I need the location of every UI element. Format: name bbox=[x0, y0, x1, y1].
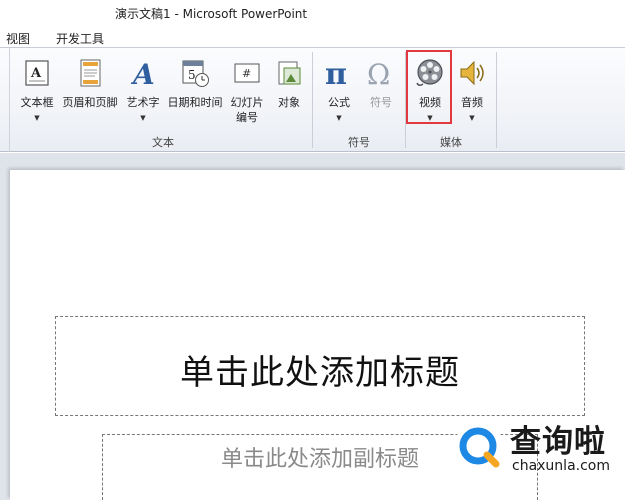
svg-text:Ω: Ω bbox=[367, 58, 390, 88]
pi-icon: π bbox=[325, 58, 347, 88]
svg-text:A: A bbox=[130, 58, 155, 88]
equation-button[interactable]: π 公式 ▼ bbox=[320, 54, 358, 126]
textbox-label: 文本框 bbox=[20, 96, 54, 109]
window-title: 演示文稿1 - Microsoft PowerPoint bbox=[115, 7, 308, 21]
header-footer-icon bbox=[80, 59, 101, 87]
group-label-symbols: 符号 bbox=[348, 136, 370, 149]
tab-developer[interactable]: 开发工具 bbox=[56, 30, 104, 47]
svg-text:5: 5 bbox=[188, 68, 196, 82]
wordart-label: 艺术字 bbox=[126, 96, 160, 109]
omega-icon: Ω bbox=[367, 58, 390, 88]
calendar-clock-icon: 5 bbox=[182, 60, 209, 87]
svg-text:A: A bbox=[30, 66, 42, 81]
video-highlight-box bbox=[406, 50, 452, 124]
dropdown-arrow-icon: ▼ bbox=[336, 114, 342, 122]
slide-number-button[interactable]: # 幻灯片 编号 bbox=[226, 54, 268, 126]
dropdown-arrow-icon: ▼ bbox=[34, 114, 40, 122]
watermark: 查询啦 chaxunla.com bbox=[452, 412, 625, 482]
title-placeholder[interactable]: 单击此处添加标题 bbox=[55, 316, 585, 416]
object-icon bbox=[278, 61, 301, 85]
watermark-logo-icon bbox=[454, 422, 504, 472]
group-separator bbox=[312, 52, 313, 148]
object-label: 对象 bbox=[278, 96, 300, 109]
group-separator bbox=[496, 52, 497, 148]
wordart-icon: A bbox=[130, 58, 155, 88]
speaker-icon bbox=[460, 60, 484, 86]
dropdown-arrow-icon: ▼ bbox=[469, 114, 475, 122]
svg-text:π: π bbox=[325, 58, 347, 88]
slide-number-icon: # bbox=[234, 63, 260, 83]
datetime-button[interactable]: 5 日期和时间 bbox=[164, 54, 226, 126]
symbol-button[interactable]: Ω 符号 bbox=[362, 54, 400, 126]
title-bar: 演示文稿1 - Microsoft PowerPoint bbox=[0, 0, 625, 26]
slide-number-label: 幻灯片 编号 bbox=[230, 96, 264, 124]
object-button[interactable]: 对象 bbox=[270, 54, 308, 126]
ribbon-left-edge bbox=[0, 48, 10, 152]
audio-button[interactable]: 音频 ▼ bbox=[454, 54, 490, 126]
ribbon-tabs: 视图 开发工具 bbox=[0, 26, 625, 48]
textbox-button[interactable]: A 文本框 ▼ bbox=[16, 54, 58, 126]
title-placeholder-text: 单击此处添加标题 bbox=[180, 353, 460, 393]
group-label-media: 媒体 bbox=[440, 136, 462, 149]
group-label-text: 文本 bbox=[152, 136, 174, 149]
watermark-url: chaxunla.com bbox=[512, 458, 610, 474]
wordart-button[interactable]: A 艺术字 ▼ bbox=[122, 54, 164, 126]
equation-label: 公式 bbox=[328, 96, 350, 109]
dropdown-arrow-icon: ▼ bbox=[140, 114, 146, 122]
watermark-name: 查询啦 bbox=[510, 424, 606, 460]
datetime-label: 日期和时间 bbox=[167, 96, 223, 109]
svg-text:#: # bbox=[242, 67, 251, 80]
audio-label: 音频 bbox=[461, 96, 483, 109]
symbol-label: 符号 bbox=[370, 96, 392, 109]
tab-view[interactable]: 视图 bbox=[6, 30, 30, 47]
header-footer-button[interactable]: 页眉和页脚 bbox=[59, 54, 121, 126]
header-footer-label: 页眉和页脚 bbox=[62, 96, 118, 109]
textbox-icon: A bbox=[25, 60, 49, 86]
